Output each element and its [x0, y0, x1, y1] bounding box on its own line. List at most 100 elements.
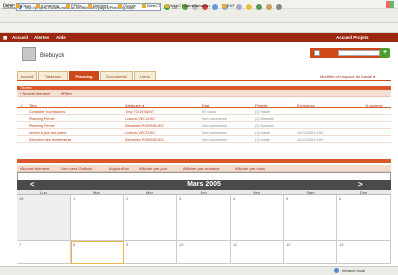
history-icon[interactable]	[256, 4, 262, 10]
calendar-day[interactable]: 11	[231, 241, 284, 264]
task-status: Non commencé	[202, 138, 228, 142]
search-input[interactable]	[338, 50, 380, 56]
calendar-day[interactable]: 4	[231, 195, 284, 241]
bookmark-ent[interactable]: ENT	[222, 3, 235, 8]
calendar-day[interactable]: 5	[284, 195, 337, 241]
bookmark-netvibes[interactable]: Netvibes	[88, 3, 109, 8]
calendar-day[interactable]: 9	[124, 241, 177, 264]
calendar-day[interactable]: 28	[17, 195, 71, 241]
day-number: 10	[179, 242, 184, 247]
links-bar	[0, 23, 398, 33]
bookmark-google[interactable]: Google	[118, 3, 136, 8]
day-number: 4	[233, 196, 236, 201]
calendar-day[interactable]: 3	[177, 195, 231, 241]
day-view-button[interactable]: Afficher par jour	[139, 166, 167, 171]
task-title[interactable]: Planning Perrier	[29, 124, 55, 128]
bookmark-elearning[interactable]: e-learning	[36, 3, 59, 8]
new-task-button[interactable]: ▪ Nouvel élément	[20, 91, 50, 96]
task-status: En cours	[202, 110, 217, 114]
day-number: 5	[286, 196, 289, 201]
col-complete[interactable]: % achevé	[365, 103, 383, 108]
calendar-day[interactable]: 7	[17, 241, 71, 264]
calendar-grid: 28 1 2 3 4 5 6 7 8 9 10 11 12 13	[17, 195, 391, 264]
task-title[interactable]: Contacter fournisseurs	[29, 110, 65, 114]
table-row[interactable]: Sélection des revêtements Sébastien RODR…	[17, 137, 391, 143]
address-bar	[0, 9, 398, 23]
task-status: Non commencé	[202, 117, 228, 121]
day-number: 13	[339, 242, 344, 247]
col-priority[interactable]: Priorité	[255, 103, 268, 108]
folder-icon	[16, 4, 20, 8]
table-row[interactable]: remise à jour des plans Ludovic VECCHIO …	[17, 130, 391, 136]
refresh-icon[interactable]	[212, 4, 218, 10]
bookmark-webct-admin[interactable]: WebCT Administration	[165, 3, 210, 8]
folder-icon	[142, 4, 146, 8]
new-item-icon: ▪	[20, 91, 22, 96]
print-icon[interactable]	[276, 4, 282, 10]
bookmark-webct[interactable]: WebCT	[142, 3, 160, 8]
new-event-button[interactable]: ▪Nouvel élément	[20, 166, 49, 171]
task-assignee[interactable]: Sébastien RODRIGUEZ	[125, 124, 164, 128]
col-due[interactable]: Échéance	[297, 103, 315, 108]
modify-workspace-link[interactable]: Modifier cet espace de travail ▾	[320, 74, 375, 79]
search-icon[interactable]	[236, 4, 242, 10]
security-zone-label: Intranet local	[342, 268, 365, 273]
links-label: Liens	[3, 3, 13, 8]
folder-icon	[165, 4, 169, 8]
calendar-day[interactable]: 12	[284, 241, 337, 264]
intranet-zone-icon	[334, 268, 339, 273]
calendar-day[interactable]: 2	[124, 195, 177, 241]
nav-alerts[interactable]: Alertes	[34, 35, 49, 40]
day-number: 3	[179, 196, 182, 201]
top-navigation: ▦ Accueil Alertes Aide Accueil Projets	[0, 33, 398, 42]
bookmark-fpms[interactable]: FPMs	[66, 3, 81, 8]
outlook-link-button[interactable]: Lien vers Outlook	[61, 166, 92, 171]
bookmark-cisco[interactable]: Cisco	[16, 3, 31, 8]
day-number: 1	[73, 196, 76, 201]
prev-month-button[interactable]: <	[30, 180, 35, 190]
task-title[interactable]: Sélection des revêtements	[29, 138, 71, 142]
day-number: 2	[126, 196, 129, 201]
task-assignee[interactable]: Sébastien RODRIGUEZ	[125, 138, 164, 142]
folder-icon	[222, 4, 226, 8]
calendar-day-today[interactable]: 8	[71, 241, 124, 264]
next-month-button[interactable]: >	[358, 180, 363, 190]
task-assignee[interactable]: Tony TOUSSAINT	[125, 110, 154, 114]
tab-documents[interactable]: Documents	[100, 71, 133, 80]
table-row[interactable]: Contacter fournisseurs Tony TOUSSAINT En…	[17, 109, 391, 115]
calendar-day[interactable]: 6	[337, 195, 391, 241]
table-row[interactable]: Planning Perrier Sébastien RODRIGUEZ Non…	[17, 123, 391, 129]
nav-projects-home[interactable]: Accueil Projets	[336, 35, 369, 40]
col-title[interactable]: Titre	[29, 103, 37, 108]
folder-icon	[88, 4, 92, 8]
today-button[interactable]: Aujourd'hui	[109, 166, 129, 171]
task-title[interactable]: Planning Perrier	[29, 117, 55, 121]
filter-button[interactable]: ▾Filtre	[61, 91, 72, 96]
tab-tables[interactable]: Tableaux	[38, 71, 68, 80]
task-assignee[interactable]: Ludovic VECCHIO	[125, 131, 155, 135]
favorites-icon[interactable]	[246, 4, 252, 10]
tasks-table-header: ! Titre Attribuée à État Priorité Échéan…	[17, 102, 391, 108]
calendar-month-title: Mars 2005	[17, 180, 391, 190]
table-row[interactable]: Planning Perrier Ludovic VECCHIO Non com…	[17, 116, 391, 122]
nav-help[interactable]: Aide	[56, 35, 66, 40]
day-number: 28	[19, 196, 24, 201]
col-assigned[interactable]: Attribuée à	[125, 103, 144, 108]
mail-icon[interactable]	[266, 4, 272, 10]
col-status[interactable]: État	[202, 103, 209, 108]
tab-links[interactable]: Liens	[134, 71, 156, 80]
calendar-day[interactable]: 10	[177, 241, 231, 264]
week-view-button[interactable]: Afficher par semaine	[183, 166, 220, 171]
nav-home[interactable]: Accueil	[12, 35, 28, 40]
month-view-button[interactable]: Afficher par mois	[235, 166, 265, 171]
task-assignee[interactable]: Ludovic VECCHIO	[125, 117, 155, 121]
day-number: 7	[19, 242, 22, 247]
search-go-button[interactable]: +	[380, 48, 390, 58]
task-priority: (1) Haute	[255, 138, 270, 142]
task-title[interactable]: remise à jour des plans	[29, 131, 66, 135]
tab-home[interactable]: Accueil	[17, 71, 37, 80]
calendar-day[interactable]: 13	[337, 241, 391, 264]
tab-planning[interactable]: Planning	[69, 71, 99, 80]
calendar-day[interactable]: 1	[71, 195, 124, 241]
tasks-panel-footer	[17, 159, 391, 163]
